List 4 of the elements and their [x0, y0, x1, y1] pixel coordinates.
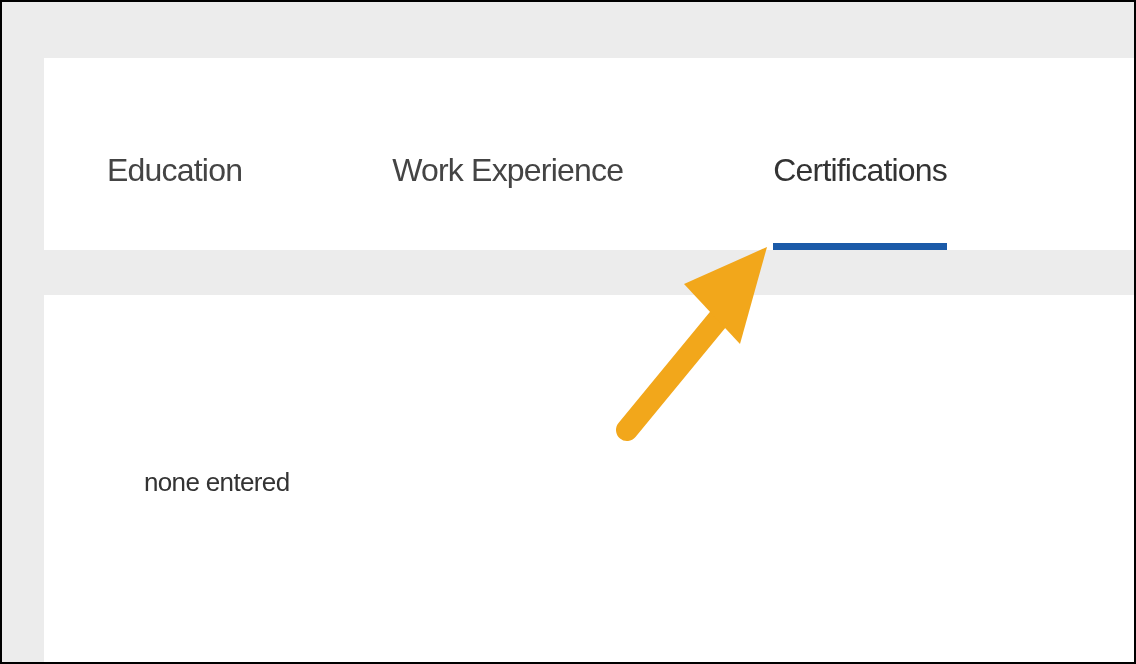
tab[interactable]: Education — [107, 146, 243, 250]
tab[interactable]: Work Experience — [392, 146, 624, 250]
empty-message: none entered — [144, 467, 290, 497]
tab[interactable]: Certifications — [773, 146, 947, 250]
